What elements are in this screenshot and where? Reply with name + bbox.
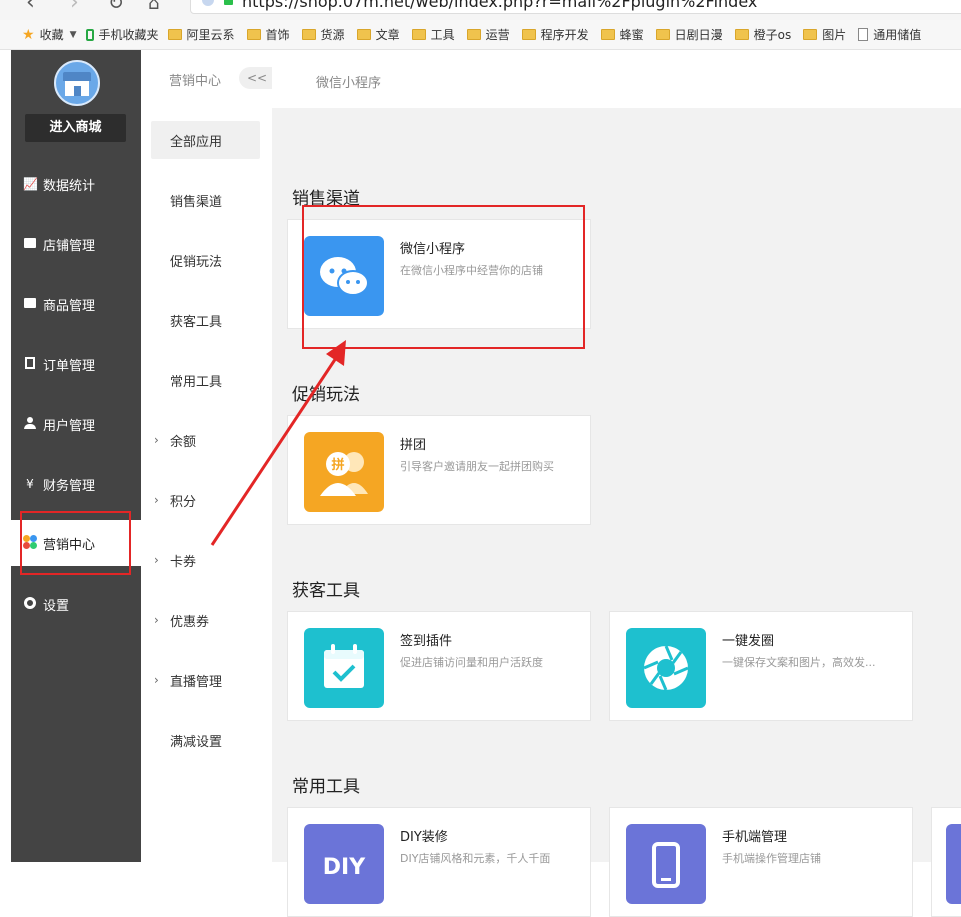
annotation-arrow bbox=[210, 340, 346, 546]
